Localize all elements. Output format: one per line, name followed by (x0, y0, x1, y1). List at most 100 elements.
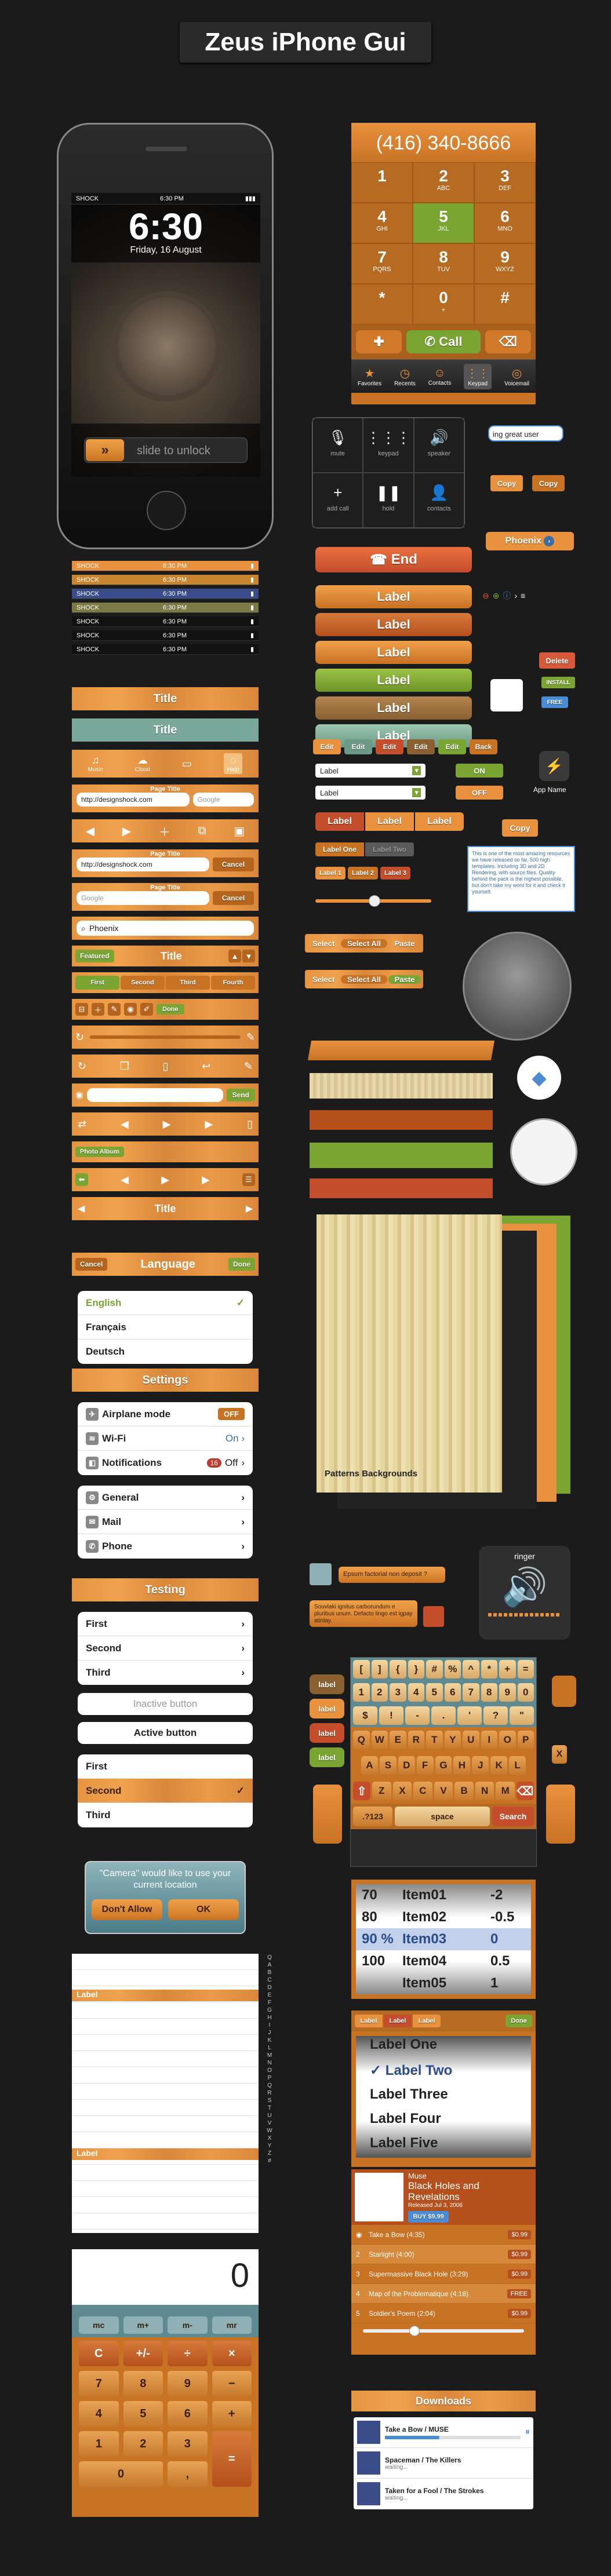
key-0[interactable]: 0 (517, 1683, 534, 1702)
incall-hold[interactable]: ❚❚ hold (363, 473, 414, 528)
tab-blank[interactable]: ▭ (182, 758, 192, 770)
mc-key[interactable]: mc (79, 2316, 119, 2334)
list-item[interactable]: First › (78, 1612, 253, 1636)
segment-fourth[interactable]: Fourth (211, 976, 255, 990)
app-icon[interactable]: ⚡ (539, 751, 569, 781)
index-letter[interactable]: # (266, 2157, 274, 2165)
volume-slider-mini[interactable] (490, 679, 523, 711)
m-plus-key[interactable]: m+ (123, 2316, 163, 2334)
key-P[interactable]: P (517, 1731, 534, 1749)
key-H[interactable]: H (453, 1756, 471, 1775)
mr-key[interactable]: mr (212, 2316, 252, 2334)
key-*[interactable]: * (481, 1660, 497, 1679)
key-I[interactable]: I (481, 1731, 497, 1749)
dial-key-5[interactable]: 6 MNO (474, 203, 536, 243)
menu-select-all[interactable]: Select All (341, 975, 387, 984)
search-tooltip-field[interactable]: ing great user (488, 425, 563, 442)
tab-label-two[interactable]: Label Two (365, 842, 414, 856)
picker-row[interactable]: Item05 1 (356, 1972, 531, 1994)
key-3[interactable]: 3 (390, 1683, 406, 1702)
key-K[interactable]: K (490, 1756, 508, 1775)
on-toggle[interactable]: ON (456, 764, 503, 778)
language-francais[interactable]: Français (78, 1315, 253, 1340)
list-item[interactable]: Third › (78, 1661, 253, 1685)
chip-1[interactable]: Label 1 (315, 867, 345, 880)
dial-key-3[interactable]: 4 GHI (351, 203, 413, 243)
key-?[interactable]: ? (483, 1706, 508, 1725)
add-icon[interactable]: ⊕ (493, 591, 500, 601)
dial-key-2[interactable]: 3 DEF (474, 162, 536, 203)
segment-2[interactable]: Label (365, 812, 414, 831)
picker-item-selected[interactable]: ✓ Label Two (370, 2059, 531, 2082)
chip-2[interactable]: Label 2 (348, 867, 378, 880)
forward-icon[interactable]: ▶ (202, 1174, 210, 1186)
label-button-brown[interactable]: Label (315, 696, 472, 720)
key-L[interactable]: L (509, 1756, 526, 1775)
cancel-button[interactable]: Cancel (213, 858, 254, 871)
dial-key-9[interactable]: * (351, 284, 413, 324)
key-U[interactable]: U (463, 1731, 479, 1749)
key-M[interactable]: M (496, 1782, 515, 1800)
space-key[interactable]: space (395, 1807, 490, 1826)
calc-key[interactable]: 2 (123, 2431, 163, 2457)
segment-third[interactable]: Third (166, 976, 210, 990)
done-button[interactable]: Done (228, 1258, 255, 1271)
key-1[interactable]: 1 (353, 1683, 370, 1702)
track-price[interactable]: $0.99 (508, 2230, 531, 2239)
picker-rows[interactable]: 70 Item01 -2 80 Item02 -0.5 90 % Item03 0 100 Item… (356, 1884, 531, 1994)
key-E[interactable]: E (390, 1731, 406, 1749)
track-price[interactable]: $0.99 (508, 2308, 531, 2318)
download-row[interactable]: Take a Bow / MUSE ⏸ (354, 2417, 533, 2448)
unlock-track[interactable]: » slide to unlock (84, 437, 248, 463)
unlock-slider-button[interactable]: » (86, 439, 124, 461)
back-icon[interactable]: ◀ (121, 1118, 129, 1130)
key-A[interactable]: A (361, 1756, 378, 1775)
track-price[interactable]: FREE (507, 2289, 531, 2298)
key-G[interactable]: G (435, 1756, 452, 1775)
calc-key[interactable]: = (212, 2431, 252, 2487)
index-letter[interactable]: B (266, 1969, 274, 1976)
forward-icon[interactable]: ▶ (122, 824, 131, 838)
lock-icon[interactable]: ▯ (247, 1118, 253, 1130)
menu-paste[interactable]: Paste (388, 975, 421, 984)
segment-1[interactable]: Label (315, 812, 364, 831)
key-B[interactable]: B (454, 1782, 474, 1800)
tab-contacts[interactable]: ☺ Contacts (428, 367, 451, 386)
label-button-red[interactable]: Label (315, 613, 472, 636)
calc-key[interactable]: ÷ (168, 2341, 208, 2366)
picker-item[interactable]: Label Five (370, 2131, 531, 2155)
index-letter[interactable]: A (266, 1961, 274, 1969)
key-4[interactable]: 4 (408, 1683, 424, 1702)
picker-seg-1[interactable]: Label (355, 2015, 383, 2027)
key-![interactable]: ! (379, 1706, 403, 1725)
download-row[interactable]: Taken for a Fool / The Strokes waiting... (354, 2479, 533, 2509)
dial-key-8[interactable]: 9 WXYZ (474, 243, 536, 284)
picker-item[interactable]: Label Three (370, 2082, 531, 2107)
item-icon[interactable]: ⊟ (75, 1003, 88, 1016)
key-^[interactable]: ^ (463, 1660, 479, 1679)
list-item-selected[interactable]: Second ✓ (78, 1779, 253, 1803)
index-letter[interactable]: X (266, 2134, 274, 2142)
key-#[interactable]: # (426, 1660, 443, 1679)
back-icon[interactable]: ◀ (121, 1174, 129, 1186)
m-minus-key[interactable]: m- (168, 2316, 208, 2334)
playback-progress[interactable] (363, 2326, 524, 2336)
key-O[interactable]: O (499, 1731, 516, 1749)
key-D[interactable]: D (398, 1756, 415, 1775)
add-contact-button[interactable]: ✚ (356, 330, 402, 353)
track-price[interactable]: $0.99 (508, 2249, 531, 2259)
index-letter[interactable]: Q (266, 1954, 274, 1961)
buy-button[interactable]: BUY $9.99 (408, 2211, 449, 2223)
search-field[interactable]: Google (192, 793, 254, 807)
add-icon[interactable]: ＋ (92, 1003, 104, 1016)
calc-key[interactable]: 6 (168, 2401, 208, 2427)
index-letter[interactable]: M (266, 2052, 274, 2059)
setting-wifi[interactable]: ≋ Wi-Fi On › (78, 1426, 253, 1451)
url-field[interactable]: http://designshock.com (77, 858, 209, 871)
key-R[interactable]: R (408, 1731, 424, 1749)
dial-key-4[interactable]: 5 JKL (413, 203, 474, 243)
key-J[interactable]: J (472, 1756, 489, 1775)
search-input[interactable]: ⌕ Phoenix (77, 921, 254, 936)
home-button[interactable] (147, 491, 186, 530)
key-.[interactable]: . (431, 1706, 456, 1725)
